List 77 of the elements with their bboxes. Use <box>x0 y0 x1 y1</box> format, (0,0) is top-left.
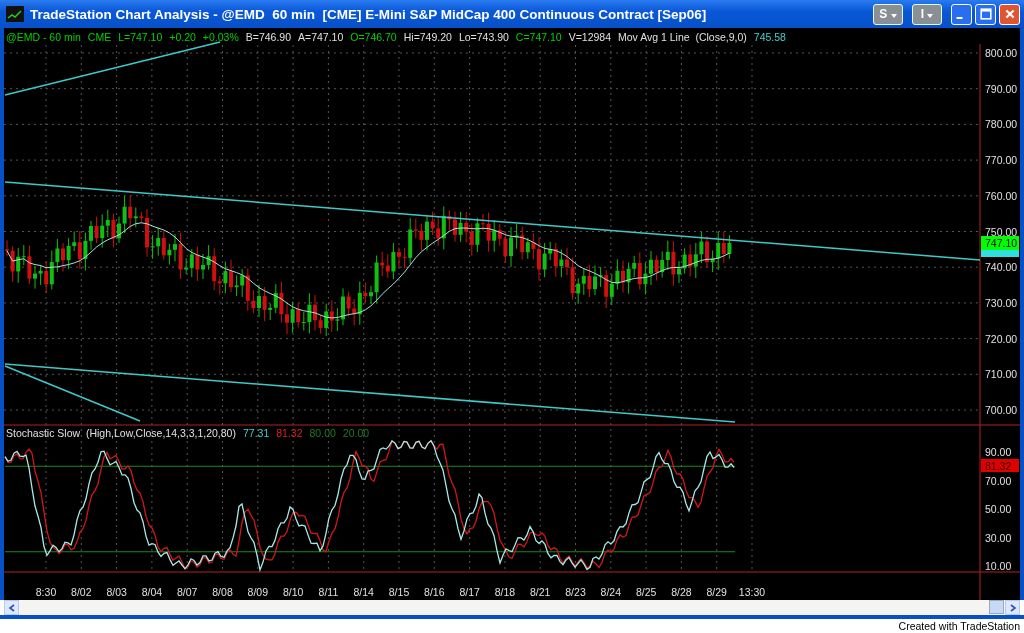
scroll-left-button[interactable] <box>4 600 19 615</box>
stochastic-legend-text: 77.31 <box>242 427 270 439</box>
footer-credit-text: Created with TradeStation <box>898 620 1020 632</box>
menu-dropdown-button[interactable]: S <box>873 3 903 25</box>
time-axis-label: 8/15 <box>388 586 410 598</box>
scrollbar-thumb[interactable] <box>989 600 1004 614</box>
price-axis-label: 770.00 <box>985 154 1018 167</box>
price-legend-text: +0.20 <box>169 31 196 43</box>
stochastic-legend-text: Stochastic Slow (High,Low,Close,14,3,3,1,20,80) <box>6 427 236 439</box>
window-title: TradeStation Chart Analysis - @EMD 60 min [CME] E-Mini S&P MidCap 400 Continuous Contract [Sep06] <box>30 6 708 22</box>
caret-icon <box>890 14 897 18</box>
time-axis-label: 8/11 <box>318 586 339 598</box>
price-axis-label: 740.00 <box>985 261 1018 274</box>
time-axis-label: 8/25 <box>635 586 657 598</box>
stochastic-axis-label: 50.00 <box>985 503 1012 515</box>
stochastic-legend-text: 81.32 <box>276 427 303 439</box>
price-legend-text: Lo=743.90 <box>458 31 509 43</box>
close-button[interactable] <box>999 3 1020 25</box>
price-legend-text: B=746.90 <box>245 31 292 43</box>
time-axis-label: 8/02 <box>71 586 92 598</box>
price-legend-text: C=747.10 <box>515 31 562 43</box>
menu-dropdown-button[interactable]: I <box>912 3 942 25</box>
price-legend-text: 745.58 <box>753 31 786 43</box>
time-axis-label: 8/18 <box>494 586 516 598</box>
caret-icon <box>927 14 934 18</box>
minimize-button[interactable] <box>951 3 972 25</box>
time-axis-label: 8/16 <box>424 586 445 598</box>
price-axis-label: 790.00 <box>985 82 1018 95</box>
stochastic-legend-text: 80.00 <box>309 427 336 439</box>
time-axis-label: 8/17 <box>459 586 480 598</box>
time-axis-label: 8/28 <box>671 586 692 598</box>
price-axis-label: 720.00 <box>985 332 1018 345</box>
price-legend-text: V=12984 <box>568 31 611 43</box>
stochastic-axis-label: 90.00 <box>985 446 1012 458</box>
stochastic-axis-label: 10.00 <box>985 560 1012 572</box>
price-legend-text: +0.03% <box>202 31 239 43</box>
maximize-button[interactable] <box>975 3 996 25</box>
time-axis-label: 8/23 <box>565 586 586 598</box>
maximize-icon <box>979 8 992 20</box>
price-legend-text: Mov Avg 1 Line (Close,9,0) <box>618 31 747 43</box>
chevron-right-icon <box>1008 603 1017 612</box>
price-legend-text: O=746.70 <box>350 31 397 43</box>
last-price-tag: 747.10 <box>981 236 1019 250</box>
chart-app-icon <box>6 6 24 22</box>
stochastic-legend-text: 20.00 <box>342 427 370 439</box>
chevron-left-icon <box>7 603 16 612</box>
time-axis-label: 8/07 <box>177 586 198 598</box>
close-icon <box>1003 8 1016 20</box>
stochastic-axis-label: 70.00 <box>985 474 1012 487</box>
price-axis-label: 730.00 <box>985 296 1018 309</box>
time-axis-label: 8:30 <box>35 586 57 598</box>
time-axis-label: 8/14 <box>353 586 374 598</box>
price-axis-label: 750.00 <box>985 225 1018 238</box>
time-axis-label: 8/29 <box>706 586 727 598</box>
price-legend-text: L=747.10 <box>118 31 163 43</box>
stochastic-axis-label: 30.00 <box>985 531 1012 544</box>
price-axis-label: 780.00 <box>985 118 1018 131</box>
time-axis-label: 8/24 <box>600 586 621 598</box>
time-axis-label: 8/09 <box>247 586 268 598</box>
time-axis-label: 8/21 <box>530 586 551 598</box>
price-axis-label: 760.00 <box>985 189 1018 202</box>
time-axis-label: 13:30 <box>738 586 766 598</box>
horizontal-scrollbar[interactable] <box>4 600 1020 615</box>
scroll-right-button[interactable] <box>1005 600 1020 615</box>
stochastic-value-tag: 81.32 <box>981 459 1019 472</box>
price-axis-label: 700.00 <box>985 404 1018 416</box>
minimize-icon <box>956 17 963 19</box>
time-axis-label: 8/04 <box>141 586 163 598</box>
time-axis-label: 8/03 <box>106 586 127 598</box>
price-legend-text: A=747.10 <box>298 31 344 43</box>
time-axis-label: 8/10 <box>282 586 304 598</box>
price-axis-label: 800.00 <box>985 47 1018 59</box>
time-axis-label: 8/08 <box>212 586 233 598</box>
price-legend-text: Hi=749.20 <box>403 31 452 43</box>
price-legend-text: @EMD - 60 min <box>6 31 81 43</box>
price-axis-label: 710.00 <box>985 368 1018 381</box>
price-legend-text: CME <box>87 31 112 43</box>
